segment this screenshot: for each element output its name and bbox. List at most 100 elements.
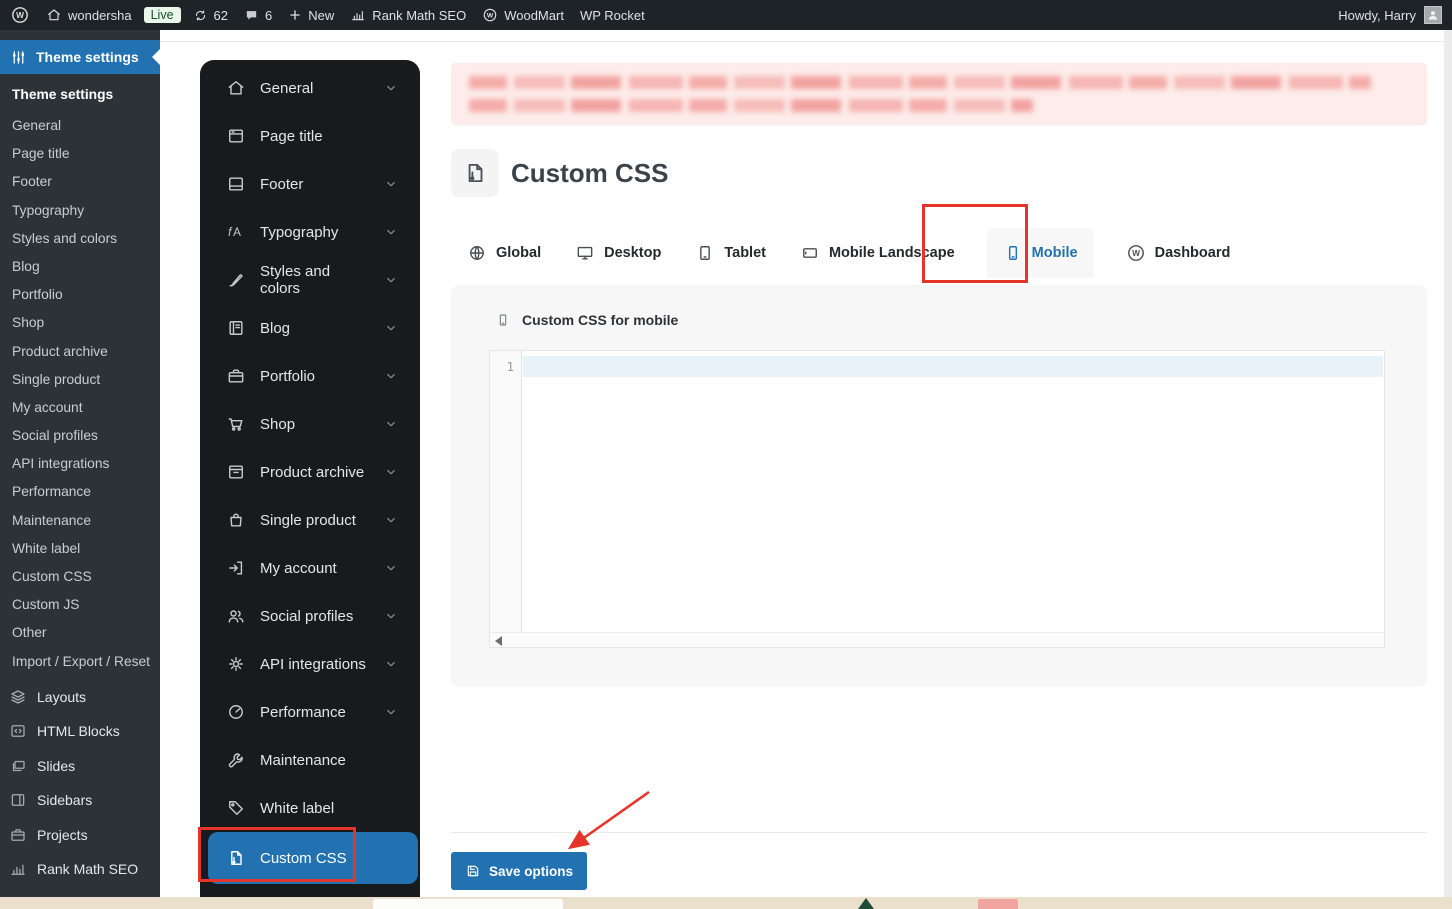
theme-nav-styles-and-colors[interactable]: Styles and colors [200,256,420,304]
submenu-item-my-account[interactable]: My account [12,394,160,422]
theme-nav-social-profiles[interactable]: Social profiles [200,592,420,640]
submenu-title-theme-settings[interactable]: Theme settings [12,82,160,112]
submenu-item-performance[interactable]: Performance [12,478,160,506]
nav-label: Footer [260,175,304,193]
tab-mobile[interactable]: Mobile [986,228,1094,278]
sidebar-item-theme-settings[interactable]: Theme settings [0,40,160,74]
editor-active-line[interactable] [523,356,1383,377]
updates-menu[interactable]: 62 [185,0,236,30]
submenu-item-custom-css[interactable]: Custom CSS [12,563,160,591]
submenu-item-social-profiles[interactable]: Social profiles [12,422,160,450]
submenu-item-maintenance[interactable]: Maintenance [12,507,160,535]
submenu-item-api-integrations[interactable]: API integrations [12,450,160,478]
chevron-down-icon [384,177,398,191]
sidebar-item-html-blocks[interactable]: HTML Blocks [0,714,160,748]
wp-logo-menu[interactable] [0,0,38,30]
submenu-item-white-label[interactable]: White label [12,535,160,563]
rank-math-menu[interactable]: Rank Math SEO [342,0,474,30]
submenu-item-footer[interactable]: Footer [12,168,160,196]
submenu-item-styles-and-colors[interactable]: Styles and colors [12,225,160,253]
editor-field-label: Custom CSS for mobile [495,312,678,328]
woodmart-menu[interactable]: WoodMart [474,0,572,30]
theme-nav-general[interactable]: General [200,64,420,112]
new-label: New [308,7,335,23]
taskbar-item [978,899,1018,909]
howdy-text: Howdy, Harry [1338,7,1416,23]
submenu-item-single-product[interactable]: Single product [12,366,160,394]
editor-horizontal-scrollbar[interactable] [490,632,1384,647]
admin-bar-account[interactable]: Howdy, Harry [1338,6,1452,24]
sidebar-header-label: Theme settings [36,49,139,65]
theme-nav-performance[interactable]: Performance [200,688,420,736]
chevron-down-icon [384,417,398,431]
chevron-down-icon [384,81,398,95]
submenu-item-blog[interactable]: Blog [12,253,160,281]
sidebar-item-slides[interactable]: Slides [0,749,160,783]
new-content-menu[interactable]: New [280,0,342,30]
theme-nav-footer[interactable]: Footer [200,160,420,208]
submenu-item-custom-js[interactable]: Custom JS [12,591,160,619]
sidebar-item-projects[interactable]: Projects [0,817,160,851]
slides-icon [9,757,27,775]
theme-nav-portfolio[interactable]: Portfolio [200,352,420,400]
avatar [1424,6,1442,24]
nav-label: Social profiles [260,607,354,625]
taskbar-item [373,899,563,909]
theme-nav-api-integrations[interactable]: API integrations [200,640,420,688]
custom-css-file-icon [462,160,488,186]
theme-nav-product-archive[interactable]: Product archive [200,448,420,496]
submenu-item-product-archive[interactable]: Product archive [12,338,160,366]
submenu-item-other[interactable]: Other [12,619,160,647]
submenu-item-general[interactable]: General [12,112,160,140]
tab-label: Dashboard [1154,245,1231,261]
submenu-item-import-export-reset[interactable]: Import / Export / Reset [12,648,160,676]
css-code-editor[interactable]: 1 [489,350,1385,648]
save-options-button[interactable]: Save options [451,852,588,890]
rank-math-icon [350,7,366,23]
submenu-item-shop[interactable]: Shop [12,309,160,337]
brush-icon [226,270,246,290]
footer-divider [451,832,1427,833]
site-name-menu[interactable]: wondersha [38,0,140,30]
theme-nav-typography[interactable]: Typography [200,208,420,256]
tool-label: Sidebars [37,792,93,809]
chevron-down-icon [384,513,398,527]
tab-mobile-landscape[interactable]: Mobile Landscape [798,228,957,278]
sidebar-item-layouts[interactable]: Layouts [0,680,160,714]
theme-nav-custom-css[interactable]: Custom CSS [208,832,418,884]
login-icon [226,558,246,578]
wp-rocket-menu[interactable]: WP Rocket [572,0,653,30]
tab-dashboard[interactable]: Dashboard [1124,228,1233,278]
theme-nav-white-label[interactable]: White label [200,784,420,832]
comments-menu[interactable]: 6 [236,0,280,30]
page-scrollbar[interactable] [1444,30,1452,897]
gauge-icon [226,702,246,722]
nav-label: Page title [260,127,323,145]
scroll-left-arrow-icon[interactable] [495,635,502,646]
theme-nav-my-account[interactable]: My account [200,544,420,592]
tab-label: Mobile Landscape [828,245,955,261]
sidebar-item-sidebars[interactable]: Sidebars [0,783,160,817]
tool-label: Projects [37,826,88,843]
code-icon [9,722,27,740]
chevron-down-icon [384,321,398,335]
tab-desktop[interactable]: Desktop [573,228,663,278]
live-badge[interactable]: Live [143,7,181,23]
tool-label: Layouts [37,688,87,705]
theme-nav-single-product[interactable]: Single product [200,496,420,544]
tool-label: HTML Blocks [37,723,120,740]
theme-nav-blog[interactable]: Blog [200,304,420,352]
tablet-icon [695,243,715,263]
theme-nav-shop[interactable]: Shop [200,400,420,448]
submenu-item-typography[interactable]: Typography [12,197,160,225]
submenu-item-page-title[interactable]: Page title [12,140,160,168]
phone-icon [1003,243,1023,263]
submenu-item-portfolio[interactable]: Portfolio [12,281,160,309]
theme-nav-maintenance[interactable]: Maintenance [200,736,420,784]
page-title-icon-box [451,149,499,197]
tab-global[interactable]: Global [465,228,543,278]
theme-nav-page-title[interactable]: Page title [200,112,420,160]
tab-tablet[interactable]: Tablet [693,228,768,278]
nav-label: My account [260,559,337,577]
sidebar-item-rank-math-seo[interactable]: Rank Math SEO [0,852,160,886]
